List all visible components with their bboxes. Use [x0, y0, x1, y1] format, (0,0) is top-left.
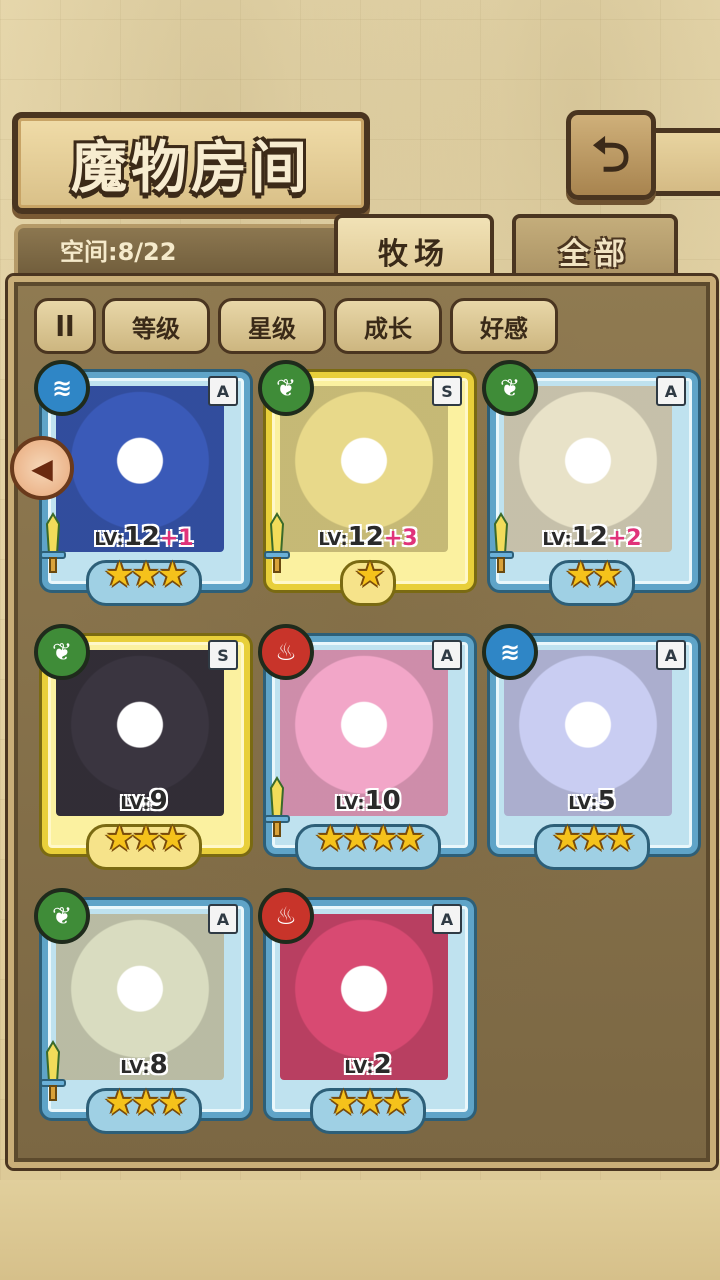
filter-label: 好感	[480, 314, 528, 343]
star-rating: ★★★	[104, 1083, 187, 1123]
filter-affection-button[interactable]: 好感	[450, 298, 558, 354]
level-prefix: LV:	[120, 793, 150, 814]
arrow-left-icon[interactable]: ◀	[10, 436, 74, 500]
rank-badge: A	[432, 640, 462, 670]
leaf-element-icon: ❦	[34, 888, 90, 944]
level-prefix: LV:	[344, 1057, 374, 1078]
level-value: 12	[571, 522, 608, 552]
water-element-icon: ≋	[482, 624, 538, 680]
page-title: 魔物房间	[71, 135, 311, 201]
rank-badge: S	[432, 376, 462, 406]
tab-ranch-label: 牧场	[378, 237, 450, 272]
level-label: LV:10	[266, 786, 470, 816]
level-value: 8	[149, 1050, 168, 1080]
level-label: LV:5	[490, 786, 694, 816]
rank-badge: A	[208, 376, 238, 406]
monster-card[interactable]: A ≋ LV:12+1 ★★★	[34, 360, 250, 606]
filter-level-button[interactable]: 等级	[102, 298, 210, 354]
filter-label: 成长	[364, 314, 412, 343]
filter-growth-button[interactable]: 成长	[334, 298, 442, 354]
star-rating: ★★★	[104, 819, 187, 859]
monster-card[interactable]: A ≋ LV:5 ★★★	[482, 624, 698, 870]
arrow-glyph: ◀	[31, 451, 53, 485]
level-bonus: +3	[383, 526, 418, 551]
level-label: LV:9	[42, 786, 246, 816]
leaf-element-icon: ❦	[482, 360, 538, 416]
level-prefix: LV:	[120, 1057, 150, 1078]
level-bonus: +1	[159, 526, 194, 551]
back-button-bar	[646, 128, 720, 196]
tab-ranch[interactable]: 牧场	[334, 214, 494, 284]
level-label: LV:12+3	[266, 522, 470, 552]
level-label: LV:12+2	[490, 522, 694, 552]
level-label: LV:8	[42, 1050, 246, 1080]
monster-card[interactable]: A ♨ LV:2 ★★★	[258, 888, 474, 1134]
filter-label: 等级	[132, 314, 180, 343]
sort-toggle-button[interactable]: ll	[34, 298, 96, 354]
level-value: 9	[149, 786, 168, 816]
page-title-plaque: 魔物房间	[12, 112, 370, 214]
filter-star-button[interactable]: 星级	[218, 298, 326, 354]
space-count: 空间:8/22	[60, 238, 177, 266]
rank-badge: A	[208, 904, 238, 934]
level-prefix: LV:	[318, 529, 348, 550]
tab-all[interactable]: 全部	[512, 214, 678, 284]
leaf-element-icon: ❦	[34, 624, 90, 680]
leaf-element-icon: ❦	[258, 360, 314, 416]
fire-element-icon: ♨	[258, 624, 314, 680]
star-rating: ★★★	[104, 555, 187, 595]
rank-badge: A	[432, 904, 462, 934]
back-icon: ⮌	[591, 127, 631, 183]
back-button[interactable]: ⮌	[566, 110, 656, 200]
level-value: 10	[364, 786, 401, 816]
rank-badge: S	[208, 640, 238, 670]
monster-card[interactable]: A ❦ LV:8 ★★★	[34, 888, 250, 1134]
level-value: 12	[347, 522, 384, 552]
level-value: 5	[597, 786, 616, 816]
star-rating: ★★★★	[315, 819, 425, 859]
monster-card[interactable]: S ❦ LV:12+3 ★	[258, 360, 474, 606]
level-label: LV:12+1	[42, 522, 246, 552]
level-value: 2	[373, 1050, 392, 1080]
level-bonus: +2	[607, 526, 642, 551]
level-value: 12	[123, 522, 160, 552]
monster-card[interactable]: A ♨ LV:10 ★★★★	[258, 624, 474, 870]
filter-label: 星级	[248, 314, 296, 343]
level-prefix: LV:	[568, 793, 598, 814]
level-prefix: LV:	[542, 529, 572, 550]
tab-all-label: 全部	[559, 237, 631, 272]
level-prefix: LV:	[335, 793, 365, 814]
rank-badge: A	[656, 376, 686, 406]
level-label: LV:2	[266, 1050, 470, 1080]
star-rating: ★★	[565, 555, 623, 595]
bottom-map-strip	[0, 1180, 720, 1280]
rank-badge: A	[656, 640, 686, 670]
level-prefix: LV:	[94, 529, 124, 550]
star-rating: ★★★	[552, 819, 635, 859]
sort-icon: ll	[55, 309, 75, 343]
monster-card[interactable]: A ❦ LV:12+2 ★★	[482, 360, 698, 606]
water-element-icon: ≋	[34, 360, 90, 416]
star-rating: ★	[354, 555, 385, 595]
star-rating: ★★★	[328, 1083, 411, 1123]
monster-card[interactable]: S ❦ LV:9 ★★★	[34, 624, 250, 870]
fire-element-icon: ♨	[258, 888, 314, 944]
